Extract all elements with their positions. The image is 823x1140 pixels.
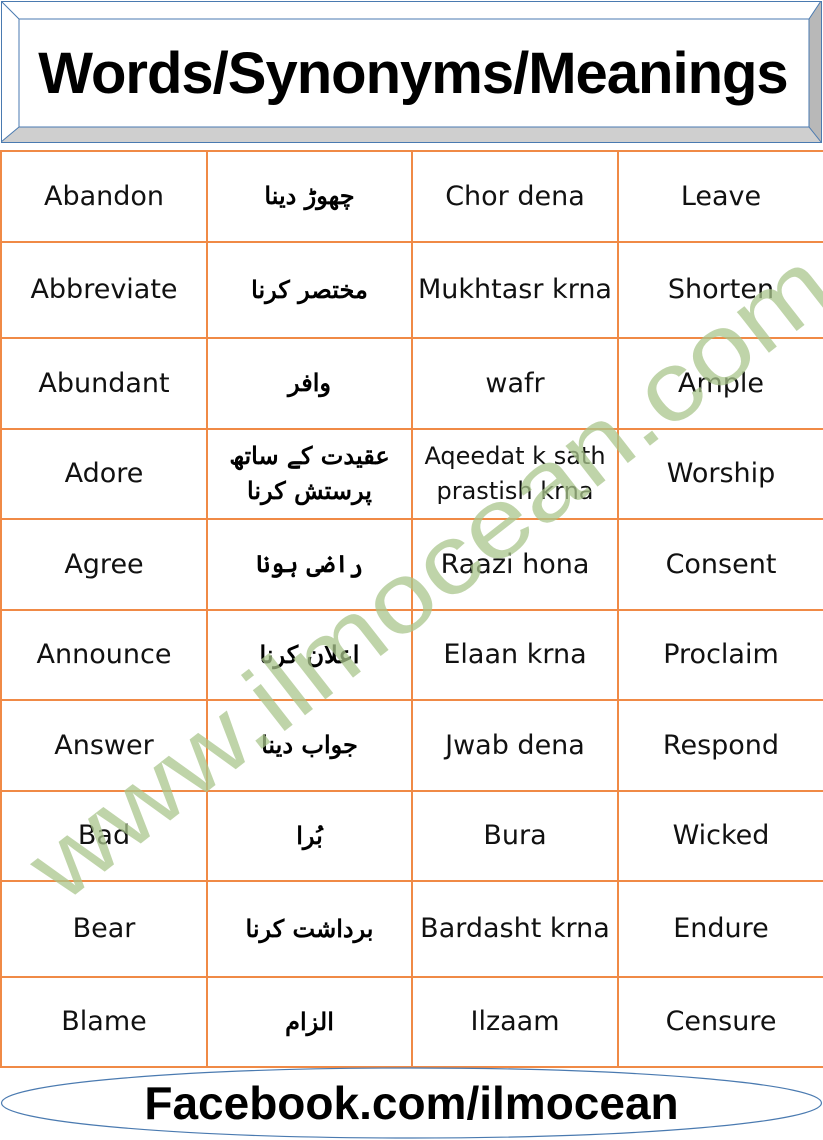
table-row: Abundant وافر wafr Ample <box>0 337 823 430</box>
cell-synonym: Endure <box>617 880 823 978</box>
table-row: Agree راضی ہونا Raazi hona Consent <box>0 518 823 611</box>
table-row: Abbreviate مختصر کرنا Mukhtasr krna Shorten <box>0 241 823 339</box>
cell-word: Abandon <box>0 150 208 243</box>
cell-urdu: عقیدت کے ساتھ پرستش کرنا <box>206 428 413 520</box>
cell-word: Agree <box>0 518 208 611</box>
cell-urdu: بُرا <box>206 790 413 882</box>
cell-roman: Chor dena <box>411 150 619 243</box>
cell-roman: Mukhtasr krna <box>411 241 619 339</box>
table-row: Answer جواب دینا Jwab dena Respond <box>0 699 823 792</box>
cell-synonym: Respond <box>617 699 823 792</box>
table-row: Announce اعلان کرنا Elaan krna Proclaim <box>0 609 823 701</box>
cell-synonym: Ample <box>617 337 823 430</box>
cell-urdu: برداشت کرنا <box>206 880 413 978</box>
cell-roman: Bura <box>411 790 619 882</box>
cell-synonym: Proclaim <box>617 609 823 701</box>
cell-urdu: راضی ہونا <box>206 518 413 611</box>
cell-urdu: وافر <box>206 337 413 430</box>
title-banner: Words/Synonyms/Meanings <box>1 1 822 143</box>
cell-word: Abundant <box>0 337 208 430</box>
cell-synonym: Consent <box>617 518 823 611</box>
cell-synonym: Leave <box>617 150 823 243</box>
cell-word: Announce <box>0 609 208 701</box>
cell-roman: Ilzaam <box>411 976 619 1068</box>
table-row: Bad بُرا Bura Wicked <box>0 790 823 882</box>
cell-word: Abbreviate <box>0 241 208 339</box>
cell-urdu: الزام <box>206 976 413 1068</box>
cell-urdu: جواب دینا <box>206 699 413 792</box>
cell-synonym: Censure <box>617 976 823 1068</box>
cell-word: Bear <box>0 880 208 978</box>
cell-synonym: Worship <box>617 428 823 520</box>
table-row: Adore عقیدت کے ساتھ پرستش کرنا Aqeedat k s… <box>0 428 823 520</box>
table-row: Blame الزام Ilzaam Censure <box>0 976 823 1068</box>
vocabulary-table: Abandon چھوڑ دینا Chor dena Leave Abbreviate… <box>0 150 823 1068</box>
cell-word: Adore <box>0 428 208 520</box>
cell-synonym: Shorten <box>617 241 823 339</box>
cell-roman: wafr <box>411 337 619 430</box>
footer-banner: Facebook.com/ilmocean <box>0 1066 823 1140</box>
facebook-link[interactable]: Facebook.com/ilmocean <box>0 1066 823 1140</box>
cell-word: Bad <box>0 790 208 882</box>
cell-word: Blame <box>0 976 208 1068</box>
table-row: Abandon چھوڑ دینا Chor dena Leave <box>0 150 823 243</box>
cell-urdu: اعلان کرنا <box>206 609 413 701</box>
cell-roman: Raazi hona <box>411 518 619 611</box>
cell-roman: Aqeedat k sath prastish krna <box>411 428 619 520</box>
cell-word: Answer <box>0 699 208 792</box>
cell-roman: Elaan krna <box>411 609 619 701</box>
cell-roman: Jwab dena <box>411 699 619 792</box>
table-row: Bear برداشت کرنا Bardasht krna Endure <box>0 880 823 978</box>
cell-urdu: مختصر کرنا <box>206 241 413 339</box>
page-title: Words/Synonyms/Meanings <box>38 40 788 106</box>
cell-roman: Bardasht krna <box>411 880 619 978</box>
cell-synonym: Wicked <box>617 790 823 882</box>
cell-urdu: چھوڑ دینا <box>206 150 413 243</box>
